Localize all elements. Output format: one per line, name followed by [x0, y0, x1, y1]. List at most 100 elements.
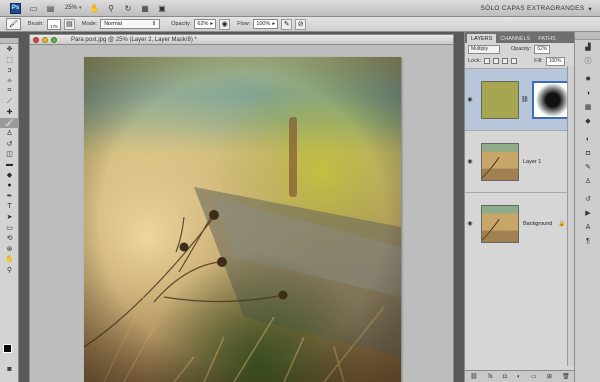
blur-tool-icon[interactable]: ◆ — [0, 170, 19, 181]
character-icon[interactable]: A — [575, 220, 600, 234]
adjustments-icon[interactable]: ◐ — [575, 132, 600, 146]
tab-paths[interactable]: PATHS — [534, 34, 560, 43]
trash-icon[interactable]: 🗑 — [562, 373, 570, 380]
actions-icon[interactable]: ▶ — [575, 206, 600, 220]
pressure-opacity-icon[interactable]: ◉ — [219, 18, 231, 30]
tab-layers[interactable]: LAYERS — [467, 34, 497, 43]
paragraph-icon[interactable]: ¶ — [575, 234, 600, 248]
adjustment-layer-icon[interactable]: ◐ — [517, 374, 521, 380]
lock-transparent-icon[interactable] — [484, 58, 491, 64]
grid-icon[interactable]: ▦ — [141, 4, 150, 13]
lock-position-icon[interactable] — [502, 58, 509, 64]
document-image[interactable] — [84, 57, 401, 382]
chevron-down-icon: ▾ — [588, 5, 592, 13]
clone-source-icon[interactable]: ♙ — [575, 174, 600, 188]
navigator-icon[interactable]: ✸ — [575, 72, 600, 86]
layer-row-layer-1[interactable]: ◉ Layer 1 — [465, 130, 575, 192]
clone-stamp-tool-icon[interactable]: ♙ — [0, 128, 19, 139]
healing-brush-tool-icon[interactable]: ✚ — [0, 107, 19, 118]
workspace-switcher[interactable]: SÓLO CAPAS EXTRAGRANDES ▾ — [480, 0, 592, 17]
gradient-tool-icon[interactable]: ▬ — [0, 160, 19, 171]
close-icon[interactable] — [33, 36, 39, 43]
color-icon[interactable]: ◑ — [575, 86, 600, 100]
quick-mask-icon[interactable]: ◙ — [0, 364, 19, 375]
link-layers-icon[interactable]: ⛓ — [470, 373, 478, 380]
fill-field[interactable]: 100% — [545, 56, 565, 66]
new-group-icon[interactable]: ▭ — [531, 373, 537, 380]
lock-icon: 🔒 — [558, 221, 566, 227]
pen-tool-icon[interactable]: ✒ — [0, 191, 19, 202]
brush-tool-icon[interactable]: 🖌 — [0, 117, 19, 128]
layer-mask-thumbnail[interactable] — [531, 80, 570, 119]
eye-icon[interactable]: ◉ — [465, 220, 475, 227]
pressure-size-icon[interactable]: ⊘ — [295, 18, 307, 30]
lock-all-icon[interactable] — [511, 58, 518, 64]
crop-tool-icon[interactable]: ⌗ — [0, 86, 19, 97]
dodge-tool-icon[interactable]: ● — [0, 181, 19, 192]
hand-tool-icon[interactable]: ✋ — [0, 254, 19, 265]
airbrush-icon[interactable]: ✎ — [281, 18, 293, 30]
tab-channels[interactable]: CHANNELS — [496, 34, 534, 43]
info-icon[interactable]: ⓘ — [575, 54, 600, 68]
brush-preset-picker[interactable]: 175 — [46, 18, 61, 30]
quick-selection-tool-icon[interactable]: ✧ — [0, 76, 19, 87]
masks-icon[interactable]: ◘ — [575, 146, 600, 160]
3d-orbit-tool-icon[interactable]: ⊛ — [0, 244, 19, 255]
type-tool-icon[interactable]: T — [0, 202, 19, 213]
layer-row-background[interactable]: ◉ Background 🔒 — [465, 192, 575, 254]
chevron-down-icon: ▾ — [79, 5, 82, 11]
history-brush-tool-icon[interactable]: ↺ — [0, 139, 19, 150]
view-extras-icon[interactable]: ▤ — [46, 4, 55, 13]
foreground-color-swatch[interactable] — [3, 344, 12, 353]
hand-icon[interactable]: ✋ — [90, 4, 100, 13]
3d-rotate-tool-icon[interactable]: ⟲ — [0, 233, 19, 244]
zoom-tool-icon[interactable]: ⚲ — [0, 265, 19, 276]
new-layer-icon[interactable]: ⊞ — [547, 373, 552, 380]
chevron-down-icon: ▸ — [272, 21, 276, 27]
layers-scrollbar[interactable] — [567, 66, 574, 366]
rotate-icon[interactable]: ↻ — [124, 4, 133, 13]
zoom-level[interactable]: 25% ▾ — [65, 5, 82, 11]
brush-panel-icon[interactable]: ▤ — [63, 18, 75, 30]
zoom-window-icon[interactable] — [51, 36, 57, 43]
dock-header[interactable] — [575, 32, 600, 40]
lasso-tool-icon[interactable]: ↄ — [0, 65, 19, 76]
layer-thumbnail[interactable] — [481, 80, 519, 119]
eyedropper-tool-icon[interactable]: ⟋ — [0, 97, 19, 108]
add-mask-icon[interactable]: ◘ — [503, 374, 507, 380]
eraser-tool-icon[interactable]: ◫ — [0, 149, 19, 160]
histogram-icon[interactable]: ▟ — [575, 40, 600, 54]
move-tool-icon[interactable]: ✥ — [0, 44, 19, 55]
tool-preset-picker[interactable]: 🖌 — [6, 18, 21, 30]
opacity-label: Opacity: — [511, 46, 532, 52]
marquee-tool-icon[interactable]: ⬚ — [0, 55, 19, 66]
opacity-field[interactable]: 62% ▸ — [194, 19, 217, 29]
layer-style-icon[interactable]: fx — [488, 374, 493, 380]
brushes-icon[interactable]: ✎ — [575, 160, 600, 174]
minimize-icon[interactable] — [42, 36, 48, 43]
lock-image-icon[interactable] — [493, 58, 500, 64]
layer-name[interactable]: Layer 1 — [523, 159, 541, 165]
layer-thumbnail[interactable] — [481, 142, 519, 181]
mode-select[interactable]: Normal ⇕ — [100, 19, 161, 29]
screen-mode-icon[interactable]: ▣ — [158, 4, 167, 13]
layer-row-layer-2[interactable]: ◉ ⛓ — [465, 68, 575, 130]
layout-icon[interactable]: ▭ — [29, 4, 38, 13]
layers-panel-group: LAYERS CHANNELS PATHS Multiply Opacity: … — [464, 32, 575, 382]
document-tab[interactable]: Para post.jpg @ 25% (Layer 2, Layer Mask… — [29, 34, 454, 45]
styles-icon[interactable]: ◆ — [575, 114, 600, 128]
layer-thumbnail[interactable] — [481, 204, 519, 243]
layer-opacity-field[interactable]: 62% — [534, 44, 551, 54]
flow-field[interactable]: 100% ▸ — [253, 19, 279, 29]
document-view[interactable] — [29, 45, 454, 382]
history-icon[interactable]: ↺ — [575, 192, 600, 206]
zoom-icon[interactable]: ⚲ — [107, 4, 116, 13]
path-selection-tool-icon[interactable]: ➤ — [0, 212, 19, 223]
blend-mode-select[interactable]: Multiply — [468, 44, 500, 54]
brush-tool-icon: 🖌 — [9, 21, 18, 28]
layer-name[interactable]: Background — [523, 221, 552, 227]
eye-icon[interactable]: ◉ — [465, 158, 475, 165]
shape-tool-icon[interactable]: ▭ — [0, 223, 19, 234]
swatches-icon[interactable]: ▦ — [575, 100, 600, 114]
eye-icon[interactable]: ◉ — [465, 96, 475, 103]
